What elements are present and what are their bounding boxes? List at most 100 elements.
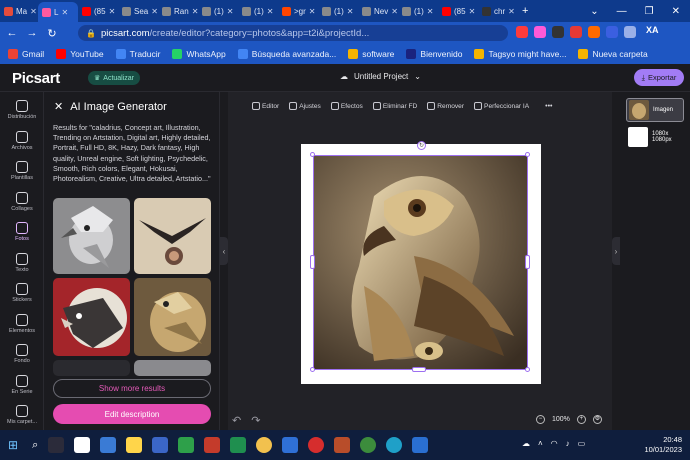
layer-background[interactable]: 1080x 1080px bbox=[626, 125, 684, 149]
toolbar-remover[interactable]: Remover bbox=[427, 102, 464, 110]
new-tab-icon[interactable]: + bbox=[522, 5, 528, 17]
restore-icon[interactable]: ❐ bbox=[645, 6, 654, 17]
resize-handle[interactable] bbox=[310, 367, 315, 372]
zoom-out-icon[interactable]: − bbox=[536, 415, 545, 424]
resize-handle[interactable] bbox=[412, 367, 426, 372]
bookmark-item[interactable]: Traducir bbox=[115, 49, 160, 59]
rail-item-texto[interactable]: Texto bbox=[0, 252, 44, 273]
reload-icon[interactable]: ↻ bbox=[44, 27, 60, 40]
result-thumbnail[interactable] bbox=[53, 278, 130, 356]
rail-item-archivos[interactable]: Archivos bbox=[0, 130, 44, 151]
edit-description-button[interactable]: Edit description bbox=[53, 404, 211, 424]
export-button[interactable]: ⤓ Exportar bbox=[634, 69, 684, 86]
app-icon[interactable] bbox=[178, 437, 195, 453]
app-icon[interactable] bbox=[360, 437, 377, 453]
browser-tab[interactable]: (85 ✕ bbox=[438, 2, 478, 20]
selected-image[interactable] bbox=[313, 155, 528, 370]
browser-tab[interactable]: Sea ✕ bbox=[118, 2, 158, 20]
extension-icon[interactable] bbox=[552, 26, 564, 38]
rail-item-en-serie[interactable]: En Serie bbox=[0, 374, 44, 395]
app-icon[interactable] bbox=[230, 437, 247, 453]
extension-icon[interactable] bbox=[570, 26, 582, 38]
app-icon[interactable] bbox=[282, 437, 299, 453]
windows-start-icon[interactable]: ⊞ bbox=[8, 438, 18, 452]
task-view-icon[interactable] bbox=[48, 437, 65, 453]
close-tab-icon[interactable]: ✕ bbox=[227, 7, 234, 16]
close-tab-icon[interactable]: ✕ bbox=[151, 7, 158, 16]
rail-item-collages[interactable]: Collages bbox=[0, 191, 44, 212]
battery-icon[interactable]: ▭ bbox=[578, 439, 586, 448]
chevron-up-icon[interactable]: ˄ bbox=[538, 439, 543, 448]
picsart-logo[interactable]: Picsart bbox=[12, 70, 60, 87]
settings-icon[interactable]: ⚙ bbox=[592, 415, 602, 424]
close-tab-icon[interactable]: ✕ bbox=[309, 7, 316, 16]
search-icon[interactable]: ⌕ bbox=[32, 439, 38, 452]
resize-handle[interactable] bbox=[310, 152, 315, 157]
result-thumbnail[interactable] bbox=[134, 360, 211, 376]
volume-icon[interactable]: ♪ bbox=[566, 439, 570, 448]
redo-icon[interactable]: ↷ bbox=[251, 414, 260, 427]
edge-icon[interactable] bbox=[386, 437, 403, 453]
extension-icon[interactable] bbox=[534, 26, 546, 38]
browser-tab[interactable]: >gr ✕ bbox=[278, 2, 318, 20]
profile-avatar[interactable]: XA bbox=[646, 25, 659, 35]
rotate-handle[interactable]: ↻ bbox=[417, 141, 426, 150]
close-tab-icon[interactable]: ✕ bbox=[469, 7, 476, 16]
bookmark-item[interactable]: Búsqueda avanzada... bbox=[237, 49, 336, 59]
chrome-icon[interactable] bbox=[256, 437, 273, 453]
close-tab-icon[interactable]: ✕ bbox=[267, 7, 274, 16]
rail-item-fotos[interactable]: Fotos bbox=[0, 222, 44, 242]
close-tab-icon[interactable]: ✕ bbox=[347, 7, 354, 16]
rail-item-elementos[interactable]: Elementos bbox=[0, 313, 44, 334]
undo-icon[interactable]: ↶ bbox=[232, 414, 241, 427]
close-tab-icon[interactable]: ✕ bbox=[391, 7, 398, 16]
chevron-down-icon[interactable]: ⌄ bbox=[590, 6, 598, 17]
browser-tab[interactable]: (1) ✕ bbox=[318, 2, 358, 20]
bookmark-item[interactable]: YouTube bbox=[56, 49, 104, 59]
more-options-icon[interactable]: ••• bbox=[545, 103, 552, 110]
browser-tab[interactable]: L ✕ bbox=[38, 2, 78, 22]
collapse-layers-handle[interactable]: › bbox=[612, 237, 620, 265]
app-icon[interactable] bbox=[152, 437, 169, 453]
cloud-icon[interactable]: ☁ bbox=[522, 439, 530, 448]
toolbar-editor[interactable]: Editor bbox=[252, 102, 279, 110]
extension-icon[interactable] bbox=[516, 26, 528, 38]
resize-handle[interactable] bbox=[310, 255, 315, 269]
zoom-in-icon[interactable]: + bbox=[576, 415, 586, 424]
close-tab-icon[interactable]: ✕ bbox=[61, 8, 68, 17]
puzzle-icon[interactable] bbox=[624, 26, 636, 38]
bookmark-item[interactable]: WhatsApp bbox=[172, 49, 226, 59]
layer-image[interactable]: Imagen bbox=[626, 98, 684, 122]
show-more-button[interactable]: Show more results bbox=[53, 379, 211, 398]
back-icon[interactable]: ← bbox=[4, 27, 20, 39]
close-icon[interactable]: ✕ bbox=[54, 100, 63, 113]
browser-tab[interactable]: Ma ✕ bbox=[0, 2, 38, 20]
rail-item-distribución[interactable]: Distribución bbox=[0, 100, 44, 120]
app-icon[interactable] bbox=[412, 437, 429, 453]
app-icon[interactable] bbox=[334, 437, 351, 453]
result-thumbnail[interactable] bbox=[134, 278, 211, 356]
bookmark-item[interactable]: Nueva carpeta bbox=[578, 49, 648, 59]
rail-item-fondo[interactable]: Fondo bbox=[0, 344, 44, 364]
wifi-icon[interactable]: ◠ bbox=[551, 439, 558, 448]
close-icon[interactable]: ✕ bbox=[672, 6, 680, 17]
file-explorer-icon[interactable] bbox=[126, 437, 143, 453]
browser-tab[interactable]: (1) ✕ bbox=[398, 2, 438, 20]
rail-item-plantillas[interactable]: Plantillas bbox=[0, 161, 44, 181]
bookmark-item[interactable]: Tagsyo might have... bbox=[474, 49, 566, 59]
toolbar-efectos[interactable]: Efectos bbox=[330, 102, 363, 110]
toolbar-ajustes[interactable]: Ajustes bbox=[289, 102, 321, 110]
url-input[interactable]: 🔒 picsart.com/create/editor?category=pho… bbox=[78, 25, 508, 41]
project-name[interactable]: ☁ Untitled Project ⌄ bbox=[340, 72, 421, 81]
browser-tab[interactable]: Ran ✕ bbox=[158, 2, 198, 20]
resize-handle[interactable] bbox=[525, 152, 530, 157]
toolbar-eliminar-fd[interactable]: Eliminar FD bbox=[372, 102, 417, 110]
bookmark-item[interactable]: Gmail bbox=[8, 49, 44, 59]
close-tab-icon[interactable]: ✕ bbox=[30, 7, 37, 16]
bookmark-item[interactable]: Bienvenido bbox=[406, 49, 462, 59]
zoom-level[interactable]: 100% bbox=[552, 416, 570, 423]
close-tab-icon[interactable]: ✕ bbox=[508, 7, 515, 16]
browser-tab[interactable]: (1) ✕ bbox=[198, 2, 238, 20]
clock[interactable]: 20:48 10/01/2023 bbox=[644, 435, 682, 455]
browser-tab[interactable]: (85 ✕ bbox=[78, 2, 118, 20]
